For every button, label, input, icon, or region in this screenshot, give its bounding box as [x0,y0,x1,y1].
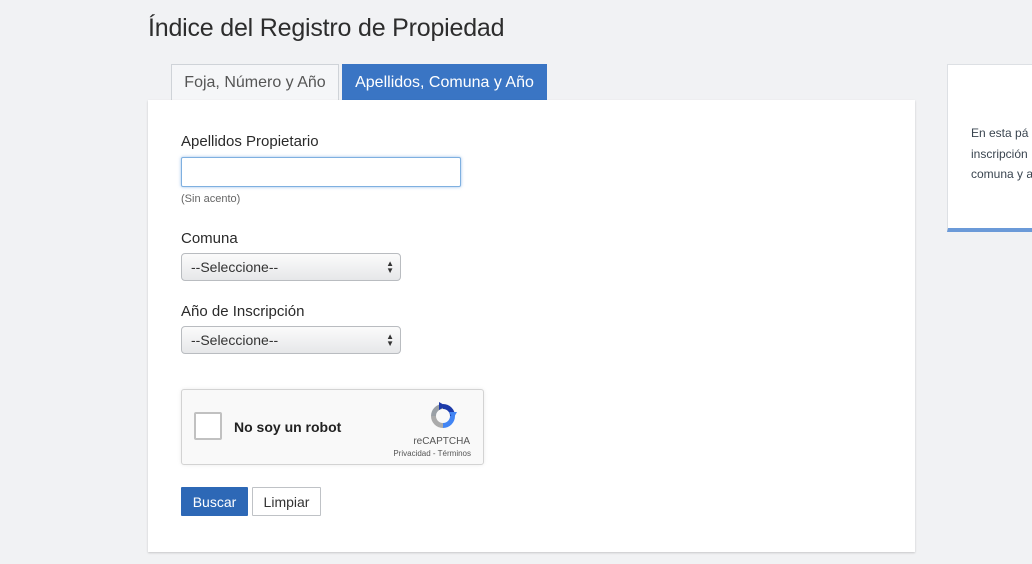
tab-label: Foja, Número y Año [184,74,326,91]
search-button[interactable]: Buscar [181,487,248,516]
recaptcha-checkbox[interactable] [194,412,222,440]
comuna-label: Comuna [181,230,238,247]
surname-label: Apellidos Propietario [181,133,319,150]
tab-label: Apellidos, Comuna y Año [355,73,534,91]
select-arrows-icon: ▲ ▼ [386,259,394,275]
clear-button[interactable]: Limpiar [252,487,321,516]
year-select[interactable]: --Seleccione-- ▲ ▼ [181,326,401,354]
comuna-select[interactable]: --Seleccione-- ▲ ▼ [181,253,401,281]
recaptcha-links[interactable]: Privacidad - Términos [393,449,471,458]
select-arrows-icon: ▲ ▼ [386,332,394,348]
recaptcha-logo-icon [431,402,457,428]
recaptcha-brand: reCAPTCHA [413,436,470,447]
side-panel-line: En esta pá [971,126,1029,140]
page-title: Índice del Registro de Propiedad [148,14,505,42]
tab-apellidos-comuna-ano[interactable]: Apellidos, Comuna y Año [342,64,547,101]
comuna-selected-value: --Seleccione-- [191,259,279,275]
surname-input[interactable] [181,157,461,187]
year-label: Año de Inscripción [181,303,305,320]
side-panel-line: comuna y a [971,167,1032,181]
surname-hint: (Sin acento) [181,193,241,205]
info-side-panel: En esta pá inscripción comuna y a [947,64,1032,232]
side-panel-line: inscripción [971,147,1028,161]
search-form-card: Apellidos Propietario (Sin acento) Comun… [148,100,915,552]
recaptcha-widget: No soy un robot reCAPTCHA Privacidad - T… [181,389,484,465]
year-selected-value: --Seleccione-- [191,332,279,348]
recaptcha-label: No soy un robot [234,419,342,435]
tab-foja-numero-ano[interactable]: Foja, Número y Año [171,64,339,101]
